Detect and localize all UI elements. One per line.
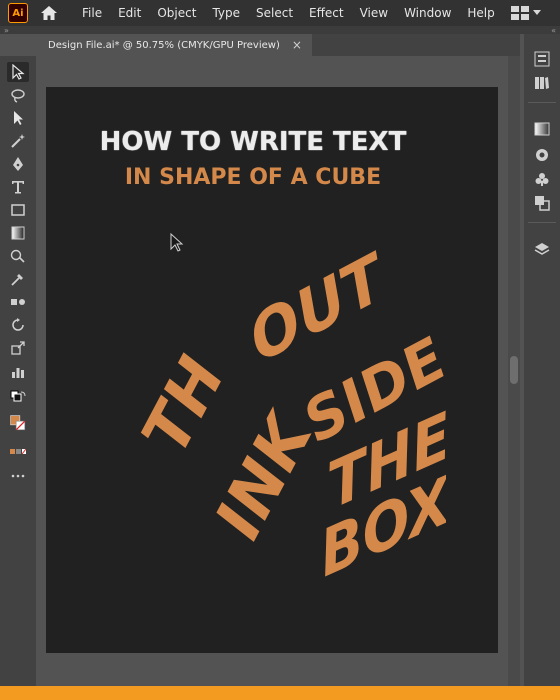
artwork-title-line-1[interactable]: HOW TO WRITE TEXT [46, 127, 460, 157]
right-panel-dock [524, 34, 560, 686]
workspace-grid-icon [510, 6, 529, 20]
eyedropper-tool-icon[interactable] [7, 269, 29, 289]
panel-divider [528, 102, 556, 103]
menu-help[interactable]: Help [459, 6, 502, 20]
menu-select[interactable]: Select [248, 6, 301, 20]
more-tools-icon[interactable] [7, 466, 29, 486]
menu-file[interactable]: File [74, 6, 110, 20]
canvas-area[interactable]: HOW TO WRITE TEXT IN SHAPE OF A CUBE TH … [40, 56, 520, 686]
panel-divider [528, 222, 556, 223]
lasso-tool-icon[interactable] [7, 86, 29, 106]
graph-tool-icon[interactable] [7, 362, 29, 382]
menu-bar: Ai File Edit Object Type Select Effect V… [0, 0, 560, 26]
close-tab-icon[interactable]: × [292, 38, 302, 52]
artwork-title-line-2[interactable]: IN SHAPE OF A CUBE [46, 165, 460, 190]
horizontal-scrollbar[interactable] [40, 668, 508, 686]
rotate-tool-icon[interactable] [7, 315, 29, 335]
properties-panel-icon[interactable] [533, 50, 551, 68]
menu-edit[interactable]: Edit [110, 6, 149, 20]
pen-tool-icon[interactable] [7, 154, 29, 174]
menu-view[interactable]: View [352, 6, 396, 20]
libraries-panel-icon[interactable] [533, 74, 551, 92]
direct-selection-tool-icon[interactable] [7, 108, 29, 128]
chevron-down-icon [532, 10, 541, 15]
collapse-toolbar-icon[interactable]: » [0, 26, 36, 36]
rectangle-tool-icon[interactable] [7, 200, 29, 220]
cube-typography-art[interactable]: TH INK OUT SIDE THE BOX [106, 247, 446, 577]
appearance-panel-icon[interactable] [533, 146, 551, 164]
artboard[interactable]: HOW TO WRITE TEXT IN SHAPE OF A CUBE TH … [46, 87, 498, 653]
menu-effect[interactable]: Effect [301, 6, 352, 20]
workspace-switcher[interactable] [510, 6, 541, 20]
cube-word-left-top: TH [131, 340, 236, 472]
menu-object[interactable]: Object [149, 6, 204, 20]
control-bar [0, 26, 560, 34]
fill-stroke-swatch[interactable] [5, 410, 31, 436]
menu-items: File Edit Object Type Select Effect View… [74, 6, 503, 20]
layers-panel-icon[interactable] [533, 240, 551, 258]
pathfinder-panel-icon[interactable] [533, 194, 551, 212]
default-colors-icon[interactable] [7, 388, 29, 408]
home-icon[interactable] [40, 4, 60, 22]
scale-tool-icon[interactable] [7, 338, 29, 358]
color-mode-icons[interactable] [7, 442, 29, 462]
illustrator-app-icon[interactable]: Ai [8, 3, 28, 23]
vertical-scrollbar[interactable] [508, 56, 520, 686]
magic-wand-tool-icon[interactable] [7, 131, 29, 151]
blend-tool-icon[interactable] [7, 292, 29, 312]
gradient-panel-icon[interactable] [533, 120, 551, 138]
tools-panel [0, 56, 36, 686]
bottom-accent-strip [0, 686, 560, 700]
symbols-panel-icon[interactable] [533, 170, 551, 188]
selection-tool-icon[interactable] [7, 62, 29, 82]
gradient-tool-icon[interactable] [7, 223, 29, 243]
document-tab[interactable]: Design File.ai* @ 50.75% (CMYK/GPU Previ… [40, 34, 312, 56]
menu-type[interactable]: Type [204, 6, 248, 20]
shape-builder-tool-icon[interactable] [7, 246, 29, 266]
document-tab-bar: Design File.ai* @ 50.75% (CMYK/GPU Previ… [40, 34, 520, 56]
menu-window[interactable]: Window [396, 6, 459, 20]
type-tool-icon[interactable] [7, 177, 29, 197]
document-tab-title: Design File.ai* @ 50.75% (CMYK/GPU Previ… [48, 39, 280, 51]
vertical-scroll-thumb[interactable] [510, 356, 518, 384]
